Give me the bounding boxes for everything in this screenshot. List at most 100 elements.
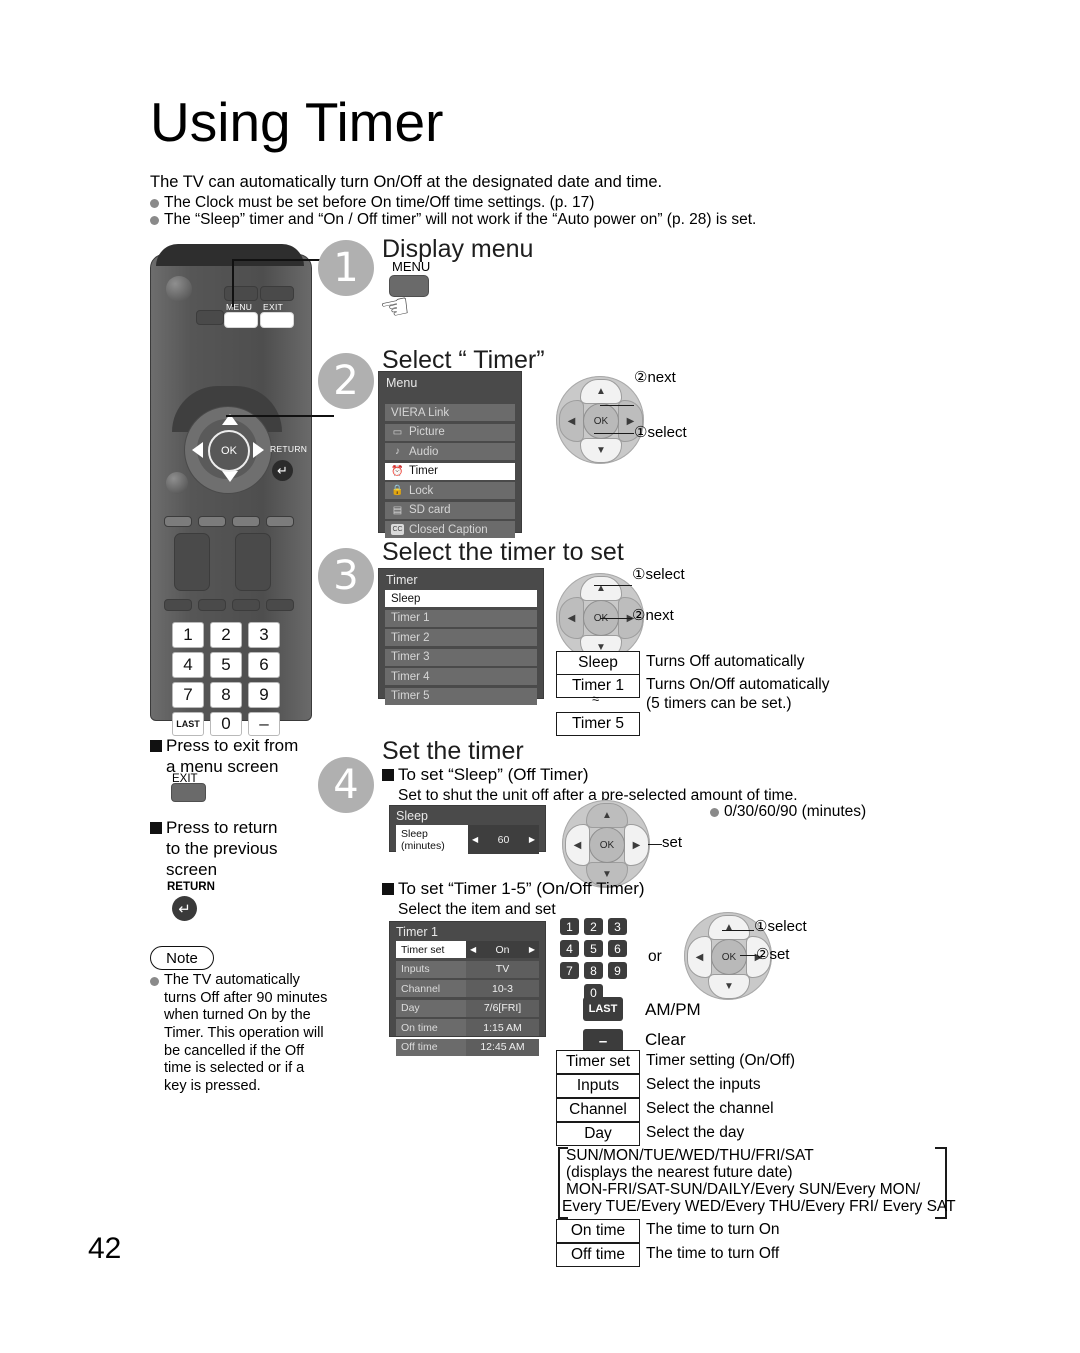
intro-bullet-2-text: The “Sleep” timer and “On / Off timer” w… <box>164 211 757 228</box>
dpad-up-button[interactable]: ▲ <box>580 576 622 601</box>
timer-item-timer-3[interactable]: Timer 3 <box>385 648 537 666</box>
return-key-label: RETURN <box>167 881 215 893</box>
timer-item-timer-5[interactable]: Timer 5 <box>385 687 537 705</box>
keypad-key-7[interactable]: 7 <box>560 962 579 979</box>
keypad-key-last[interactable]: LAST <box>583 997 623 1021</box>
menu-item-sd-card[interactable]: ▤ SD card <box>385 501 515 519</box>
legend-box-off-time: Off time <box>556 1243 640 1267</box>
menu-item-picture[interactable]: ▭ Picture <box>385 423 515 441</box>
left-arrow-icon: ◀ <box>472 835 479 844</box>
callout-sleep-set: set <box>662 834 683 851</box>
remote-ok-key: OK <box>208 430 250 472</box>
step-4-title: Set the timer <box>382 737 524 765</box>
keypad-illustration: 1 2 3 4 5 6 7 8 9 0 <box>560 918 650 1001</box>
return-instruction-line2: to the previous <box>166 839 278 858</box>
remote-key-9: 9 <box>248 682 280 708</box>
square-bullet-icon <box>382 769 394 781</box>
remote-func-key-4 <box>266 599 294 611</box>
menu-item-audio[interactable]: ♪ Audio <box>385 443 515 460</box>
legend-desc-off-time: The time to turn Off <box>646 1245 780 1262</box>
timer1-row-day[interactable]: Day 7/6[FRI] <box>396 999 539 1017</box>
timer1-row-on-time[interactable]: On time 1:15 AM <box>396 1019 539 1036</box>
legend-box-channel: Channel <box>556 1098 640 1122</box>
callout-line-sleep-set <box>648 844 662 845</box>
right-arrow-icon: ▶ <box>528 945 535 954</box>
sleep-osd-row-key: Sleep (minutes) <box>396 825 468 854</box>
right-arrow-icon: ▶ <box>528 835 535 844</box>
timer-item-sleep[interactable]: Sleep <box>385 590 537 607</box>
remote-func-key-1 <box>164 599 192 611</box>
remote-return-key: ↵ <box>272 460 293 481</box>
dpad-left-button[interactable]: ◀ <box>565 824 590 866</box>
menu-item-lock[interactable]: 🔒 Lock <box>385 482 515 499</box>
intro-line: The TV can automatically turn On/Off at … <box>150 173 663 191</box>
remote-dpad-down-icon <box>222 471 238 482</box>
remote-exit-key <box>260 312 294 328</box>
keypad-key-6[interactable]: 6 <box>608 940 627 957</box>
remote-control-illustration: MENU EXIT OK RETURN ↵ 1 2 3 4 5 6 7 8 9 … <box>150 244 312 736</box>
remote-exit-label: EXIT <box>263 302 284 312</box>
remote-key-3: 3 <box>248 622 280 648</box>
remote-dpad-left-icon <box>192 442 203 458</box>
menu-item-closed-caption[interactable]: CC Closed Caption <box>385 521 515 538</box>
dpad-ok-button[interactable]: OK <box>711 939 747 975</box>
step-3-title: Select the timer to set <box>382 538 624 566</box>
sleep-osd-panel: Sleep Sleep (minutes) ◀ 60 ▶ <box>389 805 546 854</box>
legend-box-sleep: Sleep <box>556 651 640 675</box>
day-option-line-4: Every TUE/Every WED/Every THU/Every FRI/… <box>562 1198 956 1215</box>
keypad-key-3[interactable]: 3 <box>608 918 627 935</box>
timer1-row-off-time[interactable]: Off time 12:45 AM <box>396 1038 539 1056</box>
dpad-up-button[interactable]: ▲ <box>708 915 750 940</box>
menu-item-label: Lock <box>409 484 434 497</box>
bullet-dot-icon <box>150 977 159 986</box>
keypad-key-5[interactable]: 5 <box>584 940 603 957</box>
timer-item-label: Timer 1 <box>391 612 430 624</box>
keypad-key-2[interactable]: 2 <box>584 918 603 935</box>
row-key: Channel <box>396 980 466 997</box>
callout-line-step2-select <box>594 433 634 434</box>
remote-color-key-1 <box>164 516 192 527</box>
menu-item-timer[interactable]: ⏰ Timer <box>385 462 515 480</box>
dpad-ok-button[interactable]: OK <box>589 827 625 863</box>
dpad-up-button[interactable]: ▲ <box>580 379 622 404</box>
legend-desc-timer-1: Turns On/Off automatically <box>646 676 830 693</box>
menu-item-viera-link[interactable]: VIERA Link <box>385 404 515 421</box>
keypad-key-1[interactable]: 1 <box>560 918 579 935</box>
remote-key-0: 0 <box>210 712 242 736</box>
day-option-line-1: SUN/MON/TUE/WED/THU/FRI/SAT <box>566 1147 814 1164</box>
timer-item-timer-4[interactable]: Timer 4 <box>385 668 537 685</box>
dpad-left-button[interactable]: ◀ <box>559 597 584 639</box>
timer-item-timer-1[interactable]: Timer 1 <box>385 609 537 627</box>
timer1-row-inputs[interactable]: Inputs TV <box>396 960 539 978</box>
dpad-up-button[interactable]: ▲ <box>586 803 628 828</box>
keypad-key-9[interactable]: 9 <box>608 962 627 979</box>
timer-item-timer-2[interactable]: Timer 2 <box>385 629 537 646</box>
remote-color-key-2 <box>198 516 226 527</box>
timer1-row-timer-set[interactable]: Timer set ◀ On ▶ <box>396 941 539 958</box>
legend-tilde: ≈ <box>592 691 600 706</box>
step1-menu-key-label: MENU <box>392 259 431 274</box>
remote-key-5: 5 <box>210 652 242 678</box>
dpad-left-button[interactable]: ◀ <box>559 400 584 442</box>
legend-box-inputs: Inputs <box>556 1074 640 1098</box>
keypad-key-4[interactable]: 4 <box>560 940 579 957</box>
step-2-number: 2 <box>318 353 374 409</box>
callout-step3-next: ②next <box>632 607 674 624</box>
legend-desc-on-time: The time to turn On <box>646 1221 780 1238</box>
step-3-number: 3 <box>318 548 374 604</box>
note-body: The TV automatically turns Off after 90 … <box>164 972 328 1095</box>
keypad-key-8[interactable]: 8 <box>584 962 603 979</box>
dpad-left-button[interactable]: ◀ <box>687 936 712 978</box>
legend-box-timer-set: Timer set <box>556 1050 640 1074</box>
left-arrow-icon: ◀ <box>573 839 582 851</box>
sleep-osd-title: Sleep <box>396 809 428 823</box>
remote-key-6: 6 <box>248 652 280 678</box>
exit-instruction-line1: Press to exit from <box>150 736 298 756</box>
left-arrow-icon: ◀ <box>567 612 576 624</box>
row-value: ◀ On ▶ <box>466 941 539 958</box>
callout-line-step3-next <box>600 618 632 619</box>
timer1-row-channel[interactable]: Channel 10-3 <box>396 980 539 997</box>
menu-osd-title: Menu <box>386 376 418 390</box>
audio-note-icon: ♪ <box>395 446 400 457</box>
sleep-osd-row[interactable]: Sleep (minutes) ◀ 60 ▶ <box>396 825 539 854</box>
